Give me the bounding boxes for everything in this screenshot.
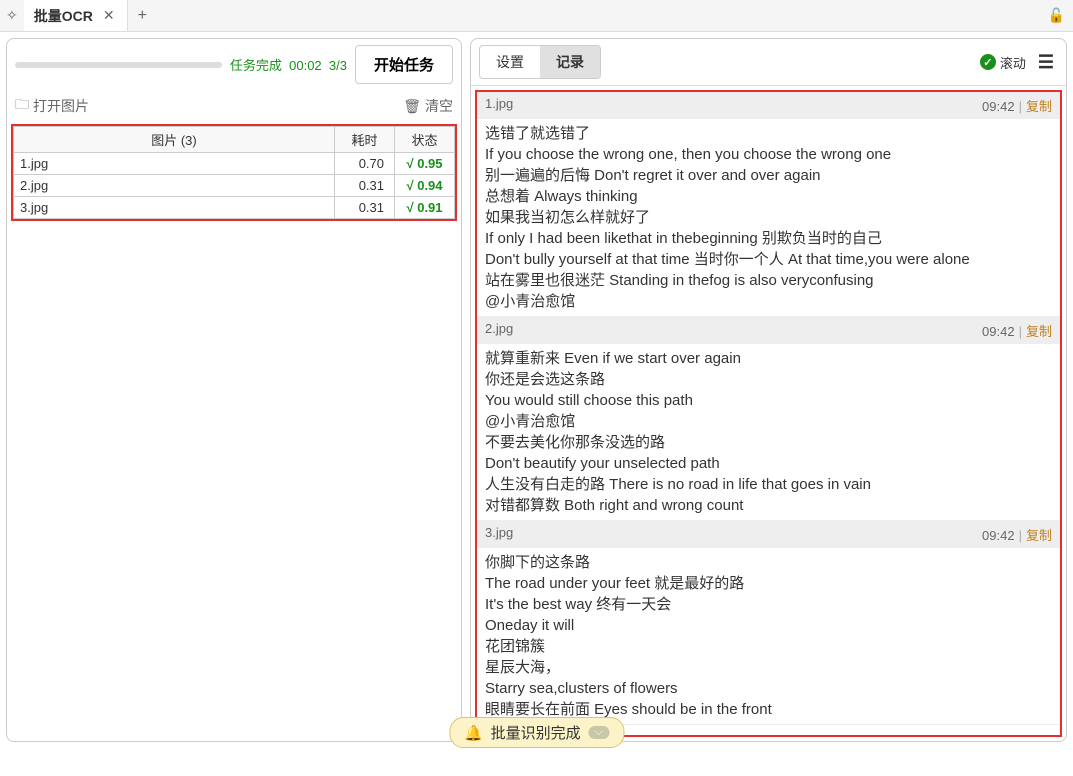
col-image: 图片 (3) xyxy=(14,127,335,153)
open-images-label: 打开图片 xyxy=(33,96,89,116)
clear-button[interactable]: 🗑 清空 xyxy=(403,94,453,118)
record-text[interactable]: 就算重新来 Even if we start over again 你还是会选这… xyxy=(477,344,1060,520)
file-time: 0.31 xyxy=(335,175,395,197)
file-name: 2.jpg xyxy=(14,175,335,197)
task-time: 00:02 xyxy=(289,58,322,73)
record-item: 2.jpg09:42|复制就算重新来 Even if we start over… xyxy=(477,317,1060,521)
toast-close-icon[interactable]: ⌵ xyxy=(589,726,609,739)
left-panel: 任务完成 00:02 3/3 开始任务 🗀 打开图片 🗑 清空 图片 (3) xyxy=(6,38,462,742)
tabbar: ✧ 批量OCR ✕ + 🔓 xyxy=(0,0,1073,32)
copy-button[interactable]: 复制 xyxy=(1026,528,1052,543)
record-time: 09:42 xyxy=(982,528,1015,543)
progress-bar xyxy=(15,62,222,68)
col-status: 状态 xyxy=(395,127,455,153)
right-tabs: 设置 记录 xyxy=(479,45,601,79)
add-tab-icon[interactable]: + xyxy=(128,7,157,25)
record-file: 1.jpg xyxy=(485,96,513,115)
record-file: 3.jpg xyxy=(485,525,513,544)
bell-icon: 🔔 xyxy=(464,724,483,742)
file-table: 图片 (3) 耗时 状态 1.jpg0.70√ 0.952.jpg0.31√ 0… xyxy=(11,124,457,221)
record-text[interactable]: 选错了就选错了 If you choose the wrong one, the… xyxy=(477,119,1060,316)
scroll-toggle[interactable]: ✓ 滚动 xyxy=(980,53,1026,72)
record-item: 3.jpg09:42|复制你脚下的这条路 The road under your… xyxy=(477,521,1060,725)
file-status: √ 0.94 xyxy=(395,175,455,197)
file-status: √ 0.91 xyxy=(395,197,455,219)
record-text[interactable]: 你脚下的这条路 The road under your feet 就是最好的路 … xyxy=(477,548,1060,724)
file-status: √ 0.95 xyxy=(395,153,455,175)
file-time: 0.31 xyxy=(335,197,395,219)
tab-settings[interactable]: 设置 xyxy=(480,46,540,78)
task-status-label: 任务完成 xyxy=(230,58,282,73)
file-name: 1.jpg xyxy=(14,153,335,175)
folder-icon: 🗀 xyxy=(15,94,29,118)
table-row[interactable]: 3.jpg0.31√ 0.91 xyxy=(14,197,455,219)
table-row[interactable]: 1.jpg0.70√ 0.95 xyxy=(14,153,455,175)
col-time: 耗时 xyxy=(335,127,395,153)
clear-label: 清空 xyxy=(425,96,453,116)
pin-icon[interactable]: ✧ xyxy=(0,7,24,24)
lock-icon[interactable]: 🔓 xyxy=(1048,7,1065,24)
record-time: 09:42 xyxy=(982,324,1015,339)
tab-title: 批量OCR xyxy=(34,6,93,26)
start-task-button[interactable]: 开始任务 xyxy=(355,45,453,84)
file-name: 3.jpg xyxy=(14,197,335,219)
record-item: 1.jpg09:42|复制选错了就选错了 If you choose the w… xyxy=(477,92,1060,317)
task-status: 任务完成 00:02 3/3 xyxy=(230,55,347,74)
scroll-label: 滚动 xyxy=(1000,53,1026,72)
records-list: 1.jpg09:42|复制选错了就选错了 If you choose the w… xyxy=(475,90,1062,737)
right-panel: 设置 记录 ✓ 滚动 ☰ 1.jpg09:42|复制选错了就选错了 If you… xyxy=(470,38,1067,742)
toast-message: 批量识别完成 xyxy=(491,722,581,743)
tab-records[interactable]: 记录 xyxy=(540,46,600,78)
menu-icon[interactable]: ☰ xyxy=(1034,50,1058,75)
tab-batch-ocr[interactable]: 批量OCR ✕ xyxy=(24,0,128,31)
file-time: 0.70 xyxy=(335,153,395,175)
toast: 🔔 批量识别完成 ⌵ xyxy=(449,717,624,748)
trash-icon: 🗑 xyxy=(403,98,421,115)
copy-button[interactable]: 复制 xyxy=(1026,324,1052,339)
copy-button[interactable]: 复制 xyxy=(1026,99,1052,114)
task-progress: 3/3 xyxy=(329,58,347,73)
open-images-button[interactable]: 🗀 打开图片 xyxy=(15,94,89,118)
record-file: 2.jpg xyxy=(485,321,513,340)
check-icon: ✓ xyxy=(980,54,996,70)
table-row[interactable]: 2.jpg0.31√ 0.94 xyxy=(14,175,455,197)
close-icon[interactable]: ✕ xyxy=(101,7,117,24)
record-time: 09:42 xyxy=(982,99,1015,114)
